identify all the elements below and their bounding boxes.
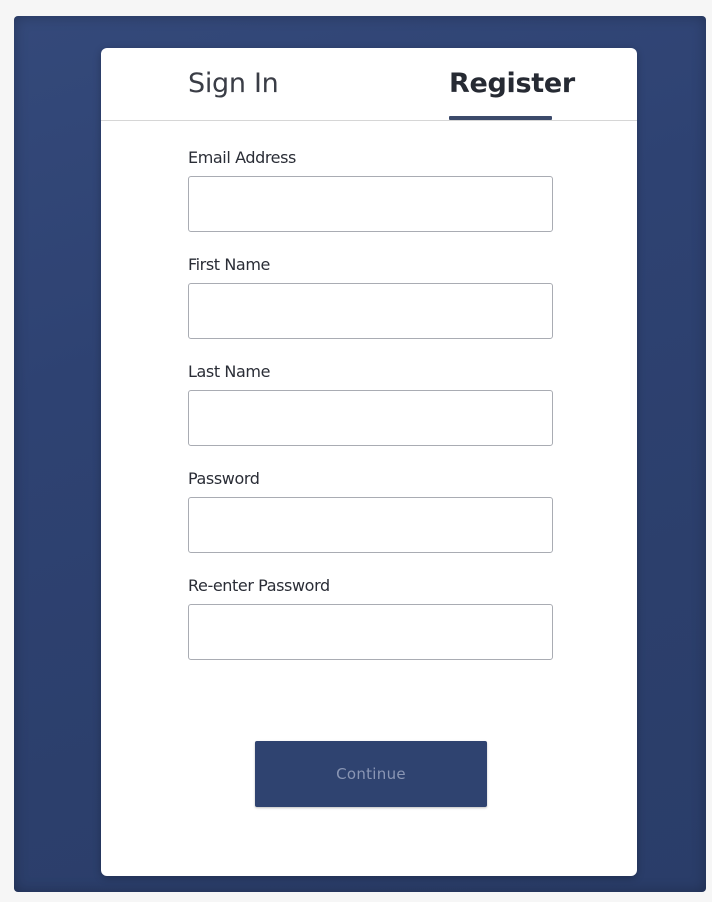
tab-register[interactable]: Register: [449, 68, 575, 99]
last-name-field-group: Last Name: [188, 360, 554, 467]
last-name-label: Last Name: [188, 362, 271, 381]
register-card: Sign In Register Email Address First Nam…: [101, 48, 637, 876]
email-field-group: Email Address: [188, 146, 554, 253]
first-name-field-group: First Name: [188, 253, 554, 360]
password-field-group: Password: [188, 467, 554, 574]
first-name-field[interactable]: [188, 283, 553, 339]
page-frame: Sign In Register Email Address First Nam…: [0, 0, 712, 902]
auth-tabs: Sign In Register: [101, 48, 637, 121]
first-name-label: First Name: [188, 255, 270, 274]
reenter-password-field[interactable]: [188, 604, 553, 660]
reenter-password-field-group: Re-enter Password: [188, 574, 554, 681]
reenter-password-label: Re-enter Password: [188, 576, 330, 595]
active-tab-indicator: [449, 116, 552, 120]
password-field[interactable]: [188, 497, 553, 553]
tab-sign-in[interactable]: Sign In: [188, 68, 279, 99]
email-field[interactable]: [188, 176, 553, 232]
email-label: Email Address: [188, 148, 296, 167]
continue-button[interactable]: Continue: [255, 741, 487, 807]
register-form: Email Address First Name Last Name Passw…: [188, 146, 554, 681]
last-name-field[interactable]: [188, 390, 553, 446]
password-label: Password: [188, 469, 260, 488]
